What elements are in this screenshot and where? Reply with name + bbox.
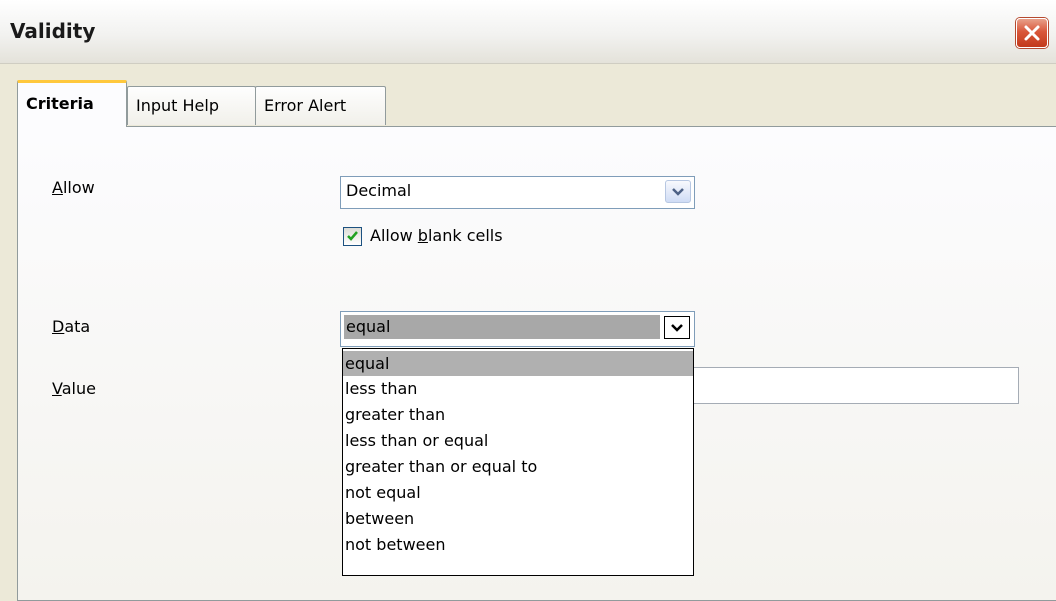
dialog-title: Validity: [10, 19, 96, 43]
chevron-down-icon: [671, 324, 683, 332]
data-dropdown-button[interactable]: [664, 316, 690, 339]
value-input[interactable]: [670, 367, 1019, 404]
value-label: Value: [52, 379, 96, 398]
tab-criteria[interactable]: Criteria: [17, 80, 127, 127]
close-button[interactable]: [1016, 18, 1048, 48]
dropdown-option-less-than-or-equal[interactable]: less than or equal: [343, 428, 693, 453]
tab-label: Error Alert: [264, 96, 347, 115]
dropdown-option-not-between[interactable]: not between: [343, 532, 693, 557]
allow-blank-checkbox[interactable]: [343, 227, 362, 246]
dropdown-option-not-equal[interactable]: not equal: [343, 480, 693, 505]
data-label: Data: [52, 317, 91, 336]
dropdown-option-between[interactable]: between: [343, 506, 693, 531]
data-dropdown-list: equal less than greater than less than o…: [342, 348, 694, 576]
allow-label: Allow: [52, 178, 95, 197]
dropdown-option-greater-than[interactable]: greater than: [343, 402, 693, 427]
close-icon: [1024, 25, 1040, 41]
tab-input-help[interactable]: Input Help: [127, 86, 256, 125]
tab-error-alert[interactable]: Error Alert: [255, 86, 386, 125]
allow-select[interactable]: Decimal: [340, 176, 695, 209]
dropdown-option-greater-than-or-equal-to[interactable]: greater than or equal to: [343, 454, 693, 479]
tab-label: Criteria: [26, 94, 94, 113]
checkmark-icon: [347, 231, 358, 241]
dropdown-option-equal[interactable]: equal: [343, 351, 693, 376]
allow-dropdown-button[interactable]: [665, 180, 691, 203]
data-select-value: equal: [344, 315, 660, 339]
dropdown-option-less-than[interactable]: less than: [343, 376, 693, 401]
data-select[interactable]: equal: [340, 311, 695, 347]
tab-label: Input Help: [136, 96, 219, 115]
allow-select-value: Decimal: [346, 181, 412, 200]
allow-blank-label: Allow blank cells: [370, 226, 503, 245]
title-bar: Validity: [0, 0, 1056, 64]
chevron-down-icon: [672, 188, 684, 196]
